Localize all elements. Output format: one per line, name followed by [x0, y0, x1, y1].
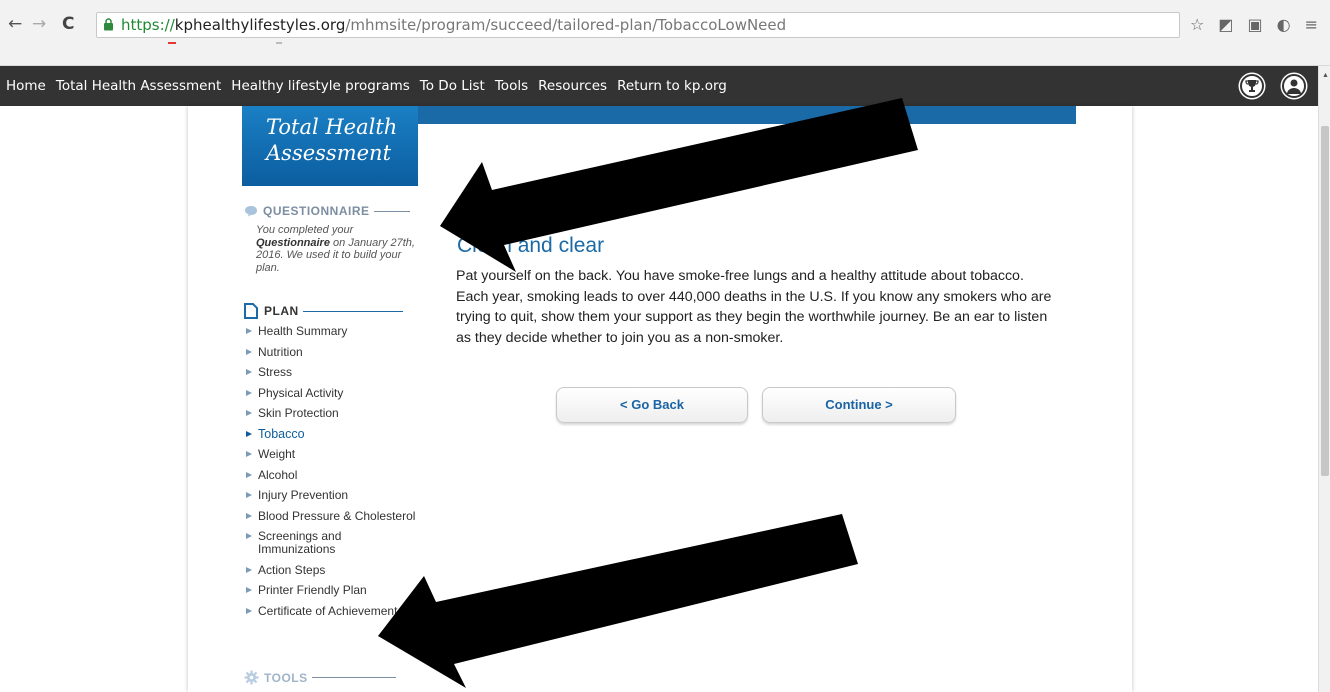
- triangle-right-icon: [246, 587, 252, 593]
- forward-arrow-icon[interactable]: →: [32, 14, 46, 34]
- address-bar[interactable]: https://kphealthylifestyles.org/mhmsite/…: [96, 12, 1180, 38]
- triangle-right-icon: [246, 512, 252, 519]
- plan-item-label: Stress: [258, 365, 293, 379]
- bookmark-star-icon[interactable]: ☆: [1190, 15, 1204, 34]
- questionnaire-heading-label: QUESTIONNAIRE: [263, 204, 370, 218]
- url-host: kphealthylifestyles.org: [174, 16, 346, 34]
- plan-item[interactable]: Weight: [246, 448, 416, 461]
- go-back-button[interactable]: < Go Back: [556, 387, 748, 423]
- tools-heading: TOOLS: [244, 670, 396, 685]
- tools-rule: [311, 677, 396, 678]
- tha-header-box: Total Health Assessment: [242, 106, 418, 186]
- tha-title-line1: Total Health: [266, 115, 398, 139]
- plan-item[interactable]: Action Steps: [246, 562, 416, 577]
- plan-item-label: Action Steps: [258, 562, 326, 577]
- section-title: Clean and clear: [457, 234, 605, 257]
- plan-item[interactable]: Screenings and Immunizations: [246, 530, 416, 556]
- plan-heading: PLAN: [244, 303, 403, 319]
- nav-tools[interactable]: Tools: [495, 78, 528, 94]
- nav-total-health-assessment[interactable]: Total Health Assessment: [56, 78, 221, 94]
- triangle-right-icon: [246, 348, 252, 355]
- plan-item[interactable]: Blood Pressure & Cholesterol: [246, 508, 416, 523]
- tha-title: Total Health Assessment: [266, 114, 397, 166]
- plan-heading-label: PLAN: [264, 304, 299, 318]
- pocket-icon[interactable]: ▣: [1248, 15, 1263, 34]
- plan-item[interactable]: Skin Protection: [246, 407, 416, 420]
- plan-item[interactable]: Tobacco: [246, 426, 416, 441]
- questionnaire-rule: [373, 210, 410, 212]
- document-icon: [244, 303, 258, 319]
- plan-item-label: Weight: [258, 447, 296, 461]
- page-load-strip: [168, 42, 282, 44]
- tha-title-line2: Assessment: [266, 141, 392, 165]
- browser-toolbar: ← → C https://kphealthylifestyles.org/mh…: [0, 0, 1330, 66]
- plan-item[interactable]: Printer Friendly Plan: [246, 584, 416, 597]
- nav-resources[interactable]: Resources: [538, 78, 607, 94]
- reload-icon[interactable]: C: [62, 14, 74, 34]
- triangle-right-icon: [246, 607, 252, 614]
- url-scheme: https://: [121, 16, 175, 34]
- plan-item-label: Tobacco: [258, 426, 305, 441]
- plan-item[interactable]: Nutrition: [246, 344, 416, 359]
- plan-item[interactable]: Injury Prevention: [246, 489, 416, 502]
- url-path: /mhmsite/program/succeed/tailored-plan/T…: [345, 16, 787, 34]
- triangle-right-icon: [246, 471, 252, 478]
- plan-item-label: Alcohol: [258, 467, 298, 482]
- site-nav: Home Total Health Assessment Healthy lif…: [0, 66, 1318, 106]
- lock-icon: [104, 18, 113, 31]
- extension-2-icon[interactable]: ◐: [1277, 15, 1291, 34]
- plan-item-label: Certificate of Achievement: [258, 603, 398, 618]
- section-body: Pat yourself on the back. You have smoke…: [456, 268, 1052, 346]
- nav-to-do-list[interactable]: To Do List: [420, 78, 485, 94]
- questionnaire-heading: QUESTIONNAIRE: [244, 204, 410, 218]
- plan-item-label: Health Summary: [258, 324, 348, 338]
- extension-icon[interactable]: ◩: [1218, 15, 1233, 34]
- plan-item-label: Printer Friendly Plan: [258, 583, 367, 597]
- plan-item-label: Blood Pressure & Cholesterol: [258, 508, 416, 523]
- questionnaire-text-1: You completed your: [256, 224, 354, 236]
- plan-item-label: Injury Prevention: [258, 488, 349, 502]
- plan-item[interactable]: Physical Activity: [246, 385, 416, 400]
- plan-item[interactable]: Certificate of Achievement: [246, 603, 416, 618]
- plan-item[interactable]: Alcohol: [246, 467, 416, 482]
- plan-item[interactable]: Stress: [246, 366, 416, 379]
- nav-return-to-kp[interactable]: Return to kp.org: [617, 78, 727, 94]
- triangle-right-icon: [246, 369, 252, 375]
- triangle-right-icon: [246, 410, 252, 416]
- speech-bubble-icon: [245, 206, 257, 217]
- browser-toolbar-icons: ☆ ◩ ▣ ◐ ≡: [1190, 15, 1318, 34]
- page-scrollbar[interactable]: ▲: [1318, 66, 1330, 692]
- questionnaire-text-bold: Questionnaire: [256, 236, 330, 249]
- plan-item[interactable]: Health Summary: [246, 325, 416, 338]
- plan-item-label: Skin Protection: [258, 406, 339, 420]
- plan-item-label: Screenings and Immunizations: [258, 529, 342, 556]
- trophy-icon[interactable]: [1240, 74, 1264, 98]
- triangle-right-icon: [246, 328, 252, 334]
- triangle-right-icon: [246, 492, 252, 498]
- triangle-right-icon: [246, 389, 252, 396]
- plan-item-label: Physical Activity: [258, 385, 344, 400]
- plan-item-label: Nutrition: [258, 344, 303, 359]
- menu-icon[interactable]: ≡: [1305, 15, 1318, 34]
- site-nav-items: Home Total Health Assessment Healthy lif…: [6, 66, 727, 106]
- triangle-right-icon: [246, 451, 252, 457]
- back-arrow-icon[interactable]: ←: [8, 14, 22, 34]
- user-icon[interactable]: [1282, 74, 1306, 98]
- scroll-up-icon[interactable]: ▲: [1322, 72, 1329, 79]
- nav-healthy-lifestyle-programs[interactable]: Healthy lifestyle programs: [231, 78, 410, 94]
- scrollbar-thumb[interactable]: [1321, 126, 1329, 476]
- triangle-right-icon: [246, 533, 252, 539]
- nav-home[interactable]: Home: [6, 78, 46, 94]
- triangle-right-icon: [246, 430, 252, 437]
- triangle-right-icon: [246, 566, 252, 573]
- questionnaire-text: You completed your Questionnaire on Janu…: [256, 224, 418, 274]
- gear-icon: [244, 670, 259, 685]
- plan-rule: [302, 310, 403, 312]
- tools-heading-label: TOOLS: [264, 670, 308, 685]
- plan-list: Health Summary Nutrition Stress Physical Ac…: [246, 325, 416, 625]
- continue-button[interactable]: Continue >: [762, 387, 956, 423]
